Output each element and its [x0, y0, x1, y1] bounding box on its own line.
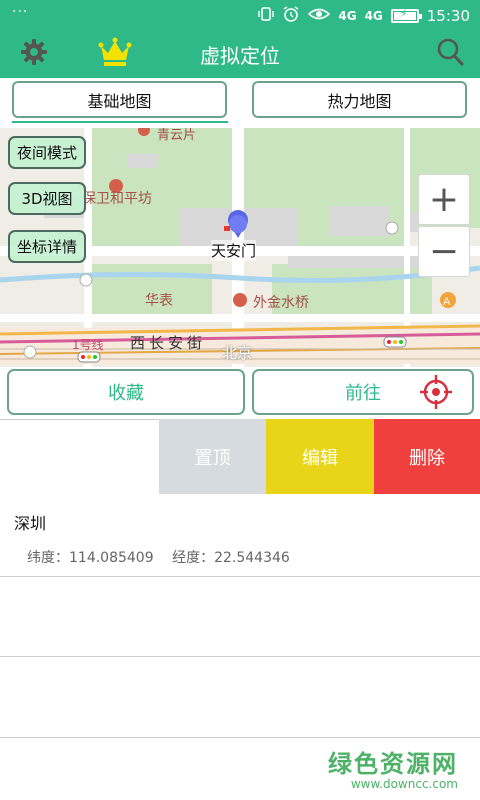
list-item[interactable]: 深圳 纬度：114.085409 经度：22.544346: [0, 494, 480, 576]
map-type-tabs: 基础地图 热力地图: [0, 78, 480, 128]
tab-heat-map[interactable]: 热力地图: [252, 81, 467, 118]
network-type-2: 4G: [364, 9, 383, 23]
location-coords: 纬度：114.085409 经度：22.544346: [27, 547, 304, 567]
menu-dots: ···: [12, 4, 29, 20]
longitude-label: 经度：22.544346: [172, 550, 290, 566]
divider: [0, 737, 480, 738]
latitude-label: 纬度：114.085409: [27, 550, 154, 566]
map-poi-badge: A: [443, 296, 451, 308]
map-label-top-poi: 青云片: [157, 128, 197, 143]
page-title: 虚拟定位: [200, 44, 280, 68]
pin-top-button[interactable]: 置顶: [159, 419, 266, 494]
edit-button[interactable]: 编辑: [266, 419, 374, 494]
map-marker-label: 天安门: [211, 240, 257, 261]
favorite-button[interactable]: 收藏: [7, 369, 245, 415]
watermark-url: www.downcc.com: [350, 777, 458, 791]
map-label-poi1: 保卫和平坊: [82, 191, 152, 207]
battery-charging-icon: ⚡: [390, 7, 422, 23]
status-time: 15:30: [426, 7, 470, 25]
vibrate-icon: [258, 6, 275, 26]
network-type: 4G: [338, 9, 357, 23]
divider: [0, 656, 480, 657]
tab-selected-indicator: [12, 121, 228, 123]
goto-label: 前往: [345, 383, 381, 404]
location-name: 深圳: [14, 514, 47, 533]
status-bar: ··· 4G 4G ⚡ 15:30: [0, 0, 480, 28]
zoom-in-button[interactable]: +: [418, 174, 470, 225]
divider: [0, 576, 480, 577]
map-label-poi3: 外金水桥: [253, 295, 309, 311]
3d-view-button[interactable]: 3D视图: [8, 182, 86, 215]
status-icons: 4G 4G ⚡ 15:30: [258, 5, 470, 27]
watermark: 绿色资源网 www.downcc.com: [328, 744, 458, 791]
app-bar: 虚拟定位: [0, 28, 480, 78]
map-label-city: 北京: [222, 344, 253, 362]
alarm-icon: [282, 5, 300, 27]
delete-button[interactable]: 删除: [374, 419, 480, 494]
zoom-out-button[interactable]: −: [418, 226, 470, 277]
map-view[interactable]: A 青云片 保卫和平坊 天安门 华表 外金水桥 1号线 西长安街 北京 夜间模式…: [0, 128, 480, 367]
night-mode-button[interactable]: 夜间模式: [8, 136, 86, 169]
swipe-actions: 置顶 编辑 删除: [0, 419, 480, 494]
search-icon[interactable]: [436, 37, 464, 67]
action-row: 收藏 前往: [0, 367, 480, 419]
map-label-metro-line: 1号线: [72, 338, 104, 352]
coord-detail-button[interactable]: 坐标详情: [8, 230, 86, 263]
crosshair-icon[interactable]: [420, 375, 452, 409]
eye-icon: [308, 6, 331, 26]
tab-basic-map[interactable]: 基础地图: [12, 81, 227, 118]
map-label-street: 西长安街: [130, 334, 207, 352]
map-label-poi2: 华表: [145, 293, 173, 309]
watermark-text: 绿色资源网: [328, 750, 458, 778]
